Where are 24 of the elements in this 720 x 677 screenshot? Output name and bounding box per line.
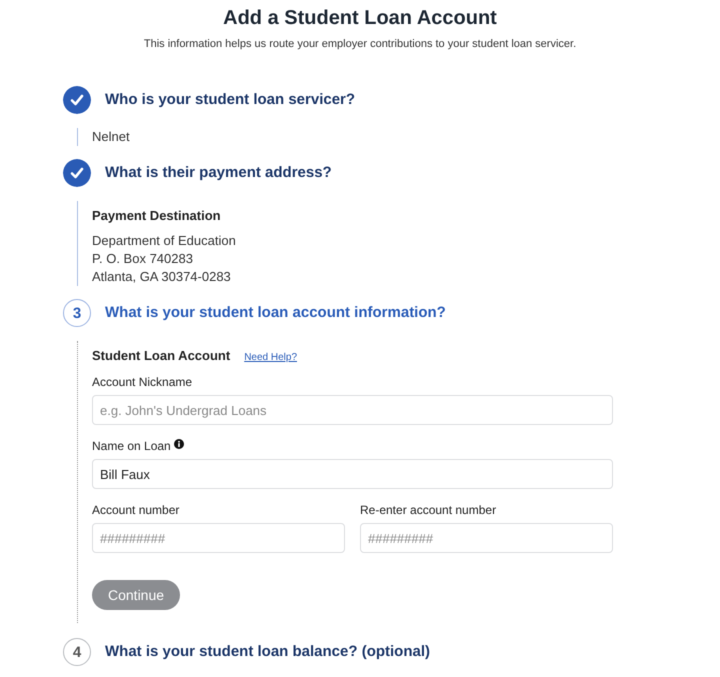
field-label: Account number [92, 503, 180, 517]
input-field[interactable]: ######### [92, 523, 345, 553]
step-heading: Who is your student loan servicer? [105, 91, 356, 109]
address-line: P. O. Box 740283 [92, 250, 194, 268]
page-title: Add a Student Loan Account [222, 6, 498, 30]
input-field[interactable]: e.g. John's Undergrad Loans [92, 395, 613, 425]
help-link[interactable]: Need Help? [244, 352, 297, 363]
address-line: Atlanta, GA 30374-0283 [92, 268, 232, 286]
input-field[interactable]: Bill Faux [92, 459, 613, 489]
field-label: Account Nickname [92, 375, 192, 389]
step-heading: What is your student loan account information? [105, 304, 446, 322]
step-heading: What is your student loan balance? (optional) [105, 643, 430, 661]
servicer-name: Nelnet [92, 128, 131, 146]
field-label: Re-enter account number [360, 503, 496, 517]
field-label: Name on Loan [92, 439, 171, 453]
address-line: Department of Education [92, 232, 237, 250]
address-label: Payment Destination [92, 208, 222, 224]
page-subtitle: This information helps us route your employer contributions to your student loan servicer. [142, 37, 578, 51]
step-heading: What is their payment address? [105, 164, 332, 182]
step-number: 3 [63, 299, 91, 327]
form-title: Student Loan Account [92, 348, 230, 364]
info-icon[interactable] [174, 439, 184, 449]
step-number: 4 [63, 638, 91, 666]
input-field[interactable]: ######### [360, 523, 613, 553]
